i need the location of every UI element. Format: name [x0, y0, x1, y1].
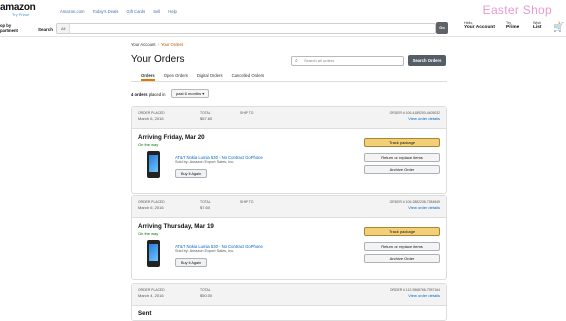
- order-card: ORDER PLACED March 6, 2016 TOTAL $57.60 …: [131, 106, 447, 194]
- shipment-status: On the way: [138, 142, 159, 147]
- order-body: Arriving Friday, Mar 20 On the way AT&T …: [132, 129, 446, 205]
- order-total-label: TOTAL: [200, 111, 211, 115]
- order-header: ORDER PLACED March 6, 2016 TOTAL $57.60 …: [132, 107, 446, 129]
- easter-shop-promo[interactable]: Easter Shop: [483, 3, 552, 17]
- order-total-label: TOTAL: [200, 288, 211, 292]
- search-go-button[interactable]: Go: [436, 22, 448, 34]
- nav-gift-cards[interactable]: Gift Cards: [126, 9, 145, 14]
- order-placed-label: ORDER PLACED: [138, 111, 165, 115]
- time-period-value: past 6 months: [176, 91, 202, 96]
- ship-to-label: SHIP TO: [240, 111, 254, 115]
- orders-count-num: 4 orders: [131, 92, 148, 97]
- try-prime-link[interactable]: Try Prime: [12, 12, 29, 17]
- order-placed-date: March 6, 2016: [138, 205, 164, 210]
- return-replace-button[interactable]: Return or replace items: [364, 153, 440, 162]
- search-label: Search: [38, 27, 54, 32]
- page-title: Your Orders: [131, 54, 185, 65]
- wish-list-menu[interactable]: Wish List: [533, 21, 542, 30]
- breadcrumb-your-orders: Your Orders: [160, 42, 184, 47]
- order-placed-date: March 4, 2016: [138, 293, 164, 298]
- track-package-button[interactable]: Track package: [364, 227, 440, 236]
- product-seller: Sold by: Amazon Export Sales, Inc.: [175, 249, 235, 253]
- cart-count: 1: [558, 20, 561, 25]
- chevron-down-icon: ▾: [202, 91, 205, 96]
- top-nav: Amazon.com Today's Deals Gift Cards Sell…: [60, 9, 177, 14]
- nav-help[interactable]: Help: [168, 9, 177, 14]
- tab-digital-orders[interactable]: Digital Orders: [197, 73, 223, 81]
- order-number: ORDER # 106-2882238-7284849: [389, 200, 440, 204]
- order-total: $7.60: [200, 205, 211, 210]
- search-orders-button[interactable]: Search Orders: [408, 55, 446, 66]
- order-card: ORDER PLACED March 4, 2016 TOTAL $50.00 …: [131, 283, 447, 321]
- search-icon: ⌕: [295, 58, 298, 64]
- account-menu[interactable]: Hello, Your Account: [464, 21, 495, 30]
- prime-label: Prime: [506, 25, 520, 31]
- orders-count-text: placed in: [148, 92, 166, 97]
- wish-label: List: [533, 25, 542, 31]
- track-package-button[interactable]: Track package: [364, 138, 440, 147]
- nav-todays-deals[interactable]: Today's Deals: [92, 9, 118, 14]
- view-order-details-link[interactable]: View order details: [408, 205, 440, 210]
- order-number: ORDER # 106-4189200-4405032: [389, 111, 440, 115]
- site-search-input[interactable]: All: [56, 23, 436, 34]
- shop-by-department[interactable]: op by partment: [0, 23, 18, 33]
- dept-line2: partment: [0, 28, 18, 33]
- product-image[interactable]: [147, 240, 160, 267]
- breadcrumb-separator: ›: [157, 42, 159, 47]
- nav-amazon-com[interactable]: Amazon.com: [60, 9, 84, 14]
- order-placed-label: ORDER PLACED: [138, 200, 165, 204]
- order-total-label: TOTAL: [200, 200, 211, 204]
- order-placed-date: March 6, 2016: [138, 116, 164, 121]
- order-placed-label: ORDER PLACED: [138, 288, 165, 292]
- arrival-heading: Arriving Thursday, Mar 19: [138, 223, 214, 230]
- time-period-select[interactable]: past 6 months ▾: [171, 89, 210, 98]
- view-order-details-link[interactable]: View order details: [408, 293, 440, 298]
- return-replace-button[interactable]: Return or replace items: [364, 242, 440, 251]
- nav-sell[interactable]: Sell: [153, 9, 160, 14]
- shipment-status: On the way: [138, 231, 159, 236]
- product-image[interactable]: [147, 151, 160, 178]
- order-number: ORDER # 112-9568766-7957164: [389, 288, 440, 292]
- tab-cancelled-orders[interactable]: Cancelled Orders: [232, 73, 265, 81]
- breadcrumb: Your Account › Your Orders: [131, 42, 183, 47]
- arrival-heading: Arriving Friday, Mar 20: [138, 134, 205, 141]
- arrival-heading: Sent: [138, 310, 152, 317]
- tab-open-orders[interactable]: Open Orders: [164, 73, 188, 81]
- search-orders-input[interactable]: ⌕ Search all orders: [291, 56, 404, 66]
- top-header: amazon Try Prime Amazon.com Today's Deal…: [0, 0, 566, 37]
- order-card: ORDER PLACED March 6, 2016 TOTAL $7.60 S…: [131, 195, 447, 280]
- buy-it-again-button[interactable]: Buy it Again: [175, 169, 208, 178]
- order-header: ORDER PLACED March 6, 2016 TOTAL $7.60 S…: [132, 196, 446, 218]
- search-category-select[interactable]: All: [57, 24, 71, 33]
- order-total: $50.00: [200, 293, 213, 298]
- account-label: Your Account: [464, 25, 495, 31]
- view-order-details-link[interactable]: View order details: [408, 116, 440, 121]
- prime-menu[interactable]: Try Prime: [506, 21, 519, 30]
- order-header: ORDER PLACED March 4, 2016 TOTAL $50.00 …: [132, 284, 446, 306]
- order-body: Sent: [132, 306, 446, 321]
- orders-count: 4 orders placed in: [131, 92, 165, 97]
- search-orders-placeholder: Search all orders: [304, 58, 335, 63]
- archive-order-button[interactable]: Archive Order: [364, 165, 440, 174]
- breadcrumb-your-account[interactable]: Your Account: [131, 42, 156, 47]
- tab-orders[interactable]: Orders: [141, 73, 155, 81]
- order-total: $57.60: [200, 116, 213, 121]
- order-tabs: Orders Open Orders Digital Orders Cancel…: [131, 73, 447, 82]
- ship-to-label: SHIP TO: [240, 200, 254, 204]
- archive-order-button[interactable]: Archive Order: [364, 254, 440, 263]
- buy-it-again-button[interactable]: Buy it Again: [175, 258, 208, 267]
- product-seller: Sold by: Amazon Export Sales, Inc.: [175, 160, 235, 164]
